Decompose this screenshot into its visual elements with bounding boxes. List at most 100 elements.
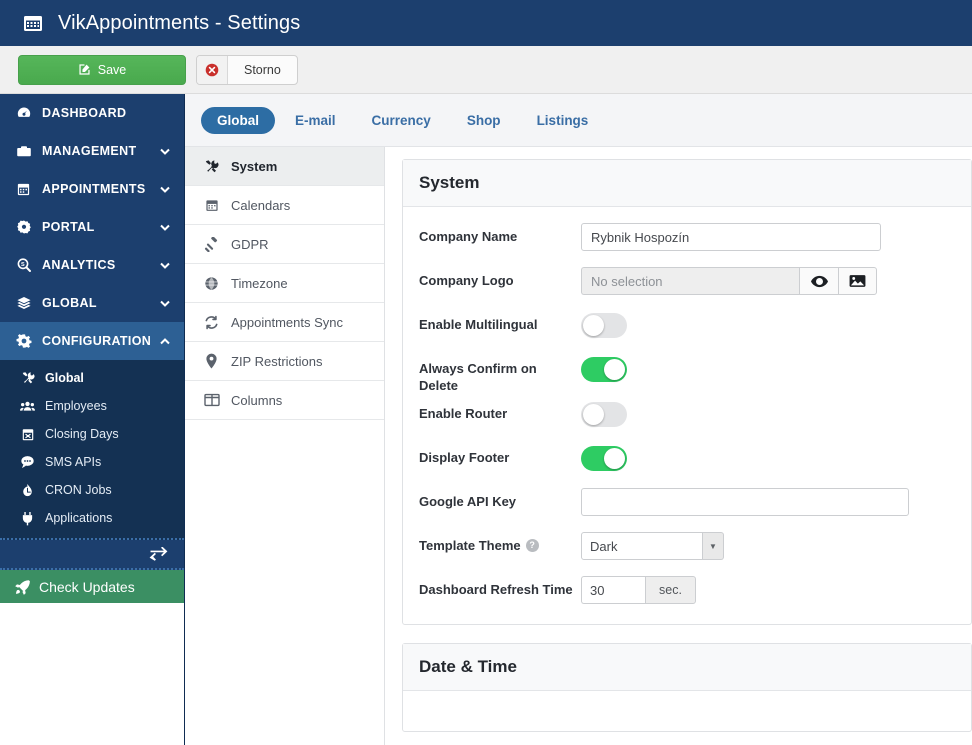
chevron-down-icon[interactable]: ▼ [703, 532, 724, 560]
tab-global[interactable]: Global [201, 106, 276, 134]
tab-currency[interactable]: Currency [356, 107, 447, 134]
sidebar-subitem-employees[interactable]: Employees [0, 392, 184, 420]
template-theme-label: Template Theme ? [419, 531, 581, 554]
question-mark-icon[interactable]: ? [525, 539, 539, 552]
content-split: System Calendars GDPR Timezone Appointme… [185, 147, 972, 745]
section-item-label: ZIP Restrictions [231, 353, 323, 369]
sidebar-subitem-label: CRON Jobs [45, 483, 112, 497]
company-logo-input[interactable] [581, 267, 799, 295]
datetime-card-body [403, 691, 971, 731]
users-icon [18, 399, 37, 413]
field-row-always-confirm-on-delete: Always Confirm on Delete [419, 349, 955, 394]
company-name-input[interactable] [581, 223, 881, 251]
cancel-button-label: Storno [244, 62, 281, 77]
check-updates-label: Check Updates [39, 578, 135, 595]
sidebar-filler [0, 603, 184, 745]
section-item-label: Columns [231, 392, 283, 408]
toggle-knob [604, 448, 625, 469]
company-logo-group [581, 267, 955, 295]
tab-email[interactable]: E-mail [279, 107, 352, 134]
sidebar-item-global[interactable]: GLOBAL [0, 284, 184, 322]
check-updates-button[interactable]: Check Updates [0, 570, 184, 603]
sidebar-subitem-applications[interactable]: Applications [0, 504, 184, 532]
section-item-columns[interactable]: Columns [185, 381, 384, 420]
sidebar-subitem-label: Applications [45, 511, 113, 525]
briefcase-icon [14, 143, 33, 159]
sidebar-collapse-toggle[interactable] [0, 540, 184, 570]
template-theme-label-text: Template Theme [419, 538, 521, 553]
toolbar: Save Storno [0, 46, 972, 94]
toggle-knob [583, 404, 604, 425]
enable-multilingual-label: Enable Multilingual [419, 317, 538, 332]
section-item-label: Appointments Sync [231, 314, 344, 330]
sidebar-item-label: CONFIGURATION [42, 334, 152, 348]
tools-icon [18, 371, 37, 385]
sidebar-item-management[interactable]: MANAGEMENT [0, 132, 184, 170]
sidebar-subitem-sms-apis[interactable]: SMS APIs [0, 448, 184, 476]
sidebar-subitem-global[interactable]: Global [0, 364, 184, 392]
sidebar-item-label: PORTAL [42, 220, 95, 234]
sidebar-item-portal[interactable]: PORTAL [0, 208, 184, 246]
cancel-button[interactable]: Storno [196, 54, 298, 85]
toggle-knob [583, 315, 604, 336]
template-theme-select[interactable]: Dark ▼ [581, 532, 955, 560]
section-item-zip-restrictions[interactable]: ZIP Restrictions [185, 342, 384, 381]
section-item-timezone[interactable]: Timezone [185, 264, 384, 303]
section-item-calendars[interactable]: Calendars [185, 186, 384, 225]
enable-router-toggle[interactable] [581, 402, 627, 427]
field-row-google-api-key: Google API Key [419, 482, 955, 526]
sync-icon [202, 315, 221, 330]
company-logo-browse-button[interactable] [838, 267, 877, 295]
always-confirm-on-delete-toggle[interactable] [581, 357, 627, 382]
columns-icon [202, 393, 221, 407]
globe-icon [202, 276, 221, 291]
settings-tabbar: Global E-mail Currency Shop Listings [185, 94, 972, 147]
section-item-appointments-sync[interactable]: Appointments Sync [185, 303, 384, 342]
google-api-key-label: Google API Key [419, 494, 517, 509]
sidebar-item-analytics[interactable]: S ANALYTICS [0, 246, 184, 284]
enable-multilingual-toggle[interactable] [581, 313, 627, 338]
sidebar-item-appointments[interactable]: APPOINTMENTS [0, 170, 184, 208]
sidebar-item-dashboard[interactable]: DASHBOARD [0, 94, 184, 132]
sidebar: DASHBOARD MANAGEMENT APPOINTMENTS PORTAL… [0, 94, 185, 745]
sidebar-subitem-label: Global [45, 371, 84, 385]
field-row-enable-router: Enable Router [419, 394, 955, 438]
sidebar-item-configuration[interactable]: CONFIGURATION [0, 322, 184, 360]
sidebar-subitem-label: Employees [45, 399, 107, 413]
chat-bubble-icon [18, 455, 37, 469]
section-item-label: Timezone [231, 275, 288, 291]
calendar-icon [14, 181, 33, 197]
chevron-up-icon [158, 337, 172, 345]
tools-icon [202, 159, 221, 174]
tab-listings[interactable]: Listings [521, 107, 605, 134]
error-circle-icon [197, 55, 228, 84]
dashboard-refresh-time-input[interactable] [581, 576, 645, 604]
enable-router-label: Enable Router [419, 406, 508, 421]
field-row-dashboard-refresh-time: Dashboard Refresh Time sec. [419, 570, 955, 608]
sidebar-item-label: DASHBOARD [42, 106, 127, 120]
section-item-gdpr[interactable]: GDPR [185, 225, 384, 264]
save-button[interactable]: Save [18, 54, 186, 85]
gavel-icon [202, 236, 221, 252]
company-name-label: Company Name [419, 229, 518, 244]
tab-shop[interactable]: Shop [451, 107, 517, 134]
company-logo-preview-button[interactable] [799, 267, 838, 295]
google-api-key-input[interactable] [581, 488, 909, 516]
gear-badge-icon [14, 219, 33, 235]
display-footer-toggle[interactable] [581, 446, 627, 471]
sidebar-item-label: GLOBAL [42, 296, 97, 310]
dashboard-refresh-time-label: Dashboard Refresh Time [419, 582, 573, 597]
section-item-system[interactable]: System [185, 147, 384, 186]
tab-label: Shop [466, 112, 501, 128]
layers-icon [14, 295, 33, 311]
calendar-icon [22, 12, 44, 34]
settings-section-nav: System Calendars GDPR Timezone Appointme… [185, 147, 385, 745]
sidebar-subitem-closing-days[interactable]: Closing Days [0, 420, 184, 448]
sidebar-subitem-label: SMS APIs [45, 455, 102, 469]
tab-label: Currency [371, 112, 431, 128]
chevron-down-icon [158, 224, 172, 231]
template-theme-value[interactable]: Dark [581, 532, 703, 560]
sidebar-subitem-cron-jobs[interactable]: CRON Jobs [0, 476, 184, 504]
field-row-display-footer: Display Footer [419, 438, 955, 482]
system-card-body: Company Name Company Logo [403, 207, 971, 624]
